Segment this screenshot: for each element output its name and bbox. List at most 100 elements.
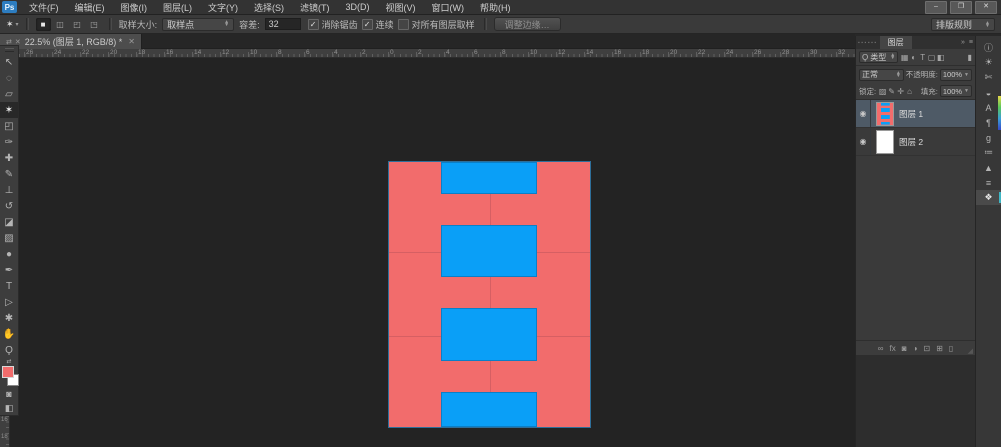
eraser-tool[interactable]: ◪ <box>0 214 18 230</box>
collapse-panels-icon[interactable]: » <box>959 39 967 46</box>
checkbox-消除锯齿[interactable]: ✓ 消除锯齿 <box>307 18 358 31</box>
shape-layer-filter-icon[interactable]: ▢ <box>927 53 936 62</box>
type-tool[interactable]: T <box>0 278 18 294</box>
close-button[interactable]: ✕ <box>975 0 997 14</box>
delete-layer-icon[interactable]: ▯ <box>949 344 953 353</box>
adjustment-layer-filter-icon[interactable]: ◐ <box>909 53 918 62</box>
lasso-tool[interactable]: ▱ <box>0 86 18 102</box>
visibility-toggle[interactable]: ◉ <box>856 128 871 155</box>
checkbox-连续[interactable]: ✓ 连续 <box>361 18 394 31</box>
magic-wand-tool[interactable]: ✶ <box>0 102 18 118</box>
new-group-icon[interactable]: ⊡ <box>923 344 930 353</box>
pixel-layer-filter-icon[interactable]: ▦ <box>900 53 909 62</box>
intersect-selection-button[interactable]: ◳ <box>87 18 102 31</box>
layer-comps-panel-icon[interactable]: ≡ <box>976 175 1001 190</box>
opacity-field[interactable]: 100% ▼ <box>939 68 972 81</box>
fill-field[interactable]: 100% ▼ <box>939 85 972 97</box>
restore-button[interactable]: ❐ <box>950 0 972 14</box>
paragraph-panel-icon[interactable]: ¶ <box>976 115 1001 130</box>
collapsed-tabs-icon[interactable]: ▪▪▪▪▪▪ <box>856 40 880 46</box>
menu-item[interactable]: 滤镜(T) <box>292 1 338 14</box>
crop-tool[interactable]: ◰ <box>0 118 18 134</box>
blend-mode-dropdown[interactable]: 正常 ▲ ▼ <box>859 68 904 81</box>
healing-brush-tool[interactable]: ✚ <box>0 150 18 166</box>
panel-menu-icon[interactable]: ≡ <box>967 39 975 46</box>
tab-layers[interactable]: 图层 <box>879 36 912 49</box>
shape-tool[interactable]: ✱ <box>0 310 18 326</box>
zoom-tool[interactable]: Ϙ <box>0 342 18 358</box>
add-to-selection-button[interactable]: ◫ <box>53 18 68 31</box>
info-panel-icon[interactable]: ⓘ <box>976 40 1001 55</box>
foreground-color-swatch[interactable] <box>1 366 14 378</box>
subtract-from-selection-button[interactable]: ◰ <box>70 18 85 31</box>
menu-item[interactable]: 3D(D) <box>338 2 378 12</box>
menu-item[interactable]: 视图(V) <box>378 1 424 14</box>
adjustments-panel-icon[interactable]: ☀ <box>976 55 1001 70</box>
refine-edge-button[interactable]: 调整边缘… <box>493 17 561 31</box>
history-brush-tool[interactable]: ↺ <box>0 198 18 214</box>
layer-thumbnail[interactable] <box>876 101 894 126</box>
checkbox-box[interactable]: ✓ <box>307 18 319 30</box>
menu-item[interactable]: 帮助(H) <box>472 1 519 14</box>
tool-preset-picker[interactable]: ✶ ▾ <box>6 19 19 30</box>
new-selection-button[interactable]: ■ <box>35 17 51 31</box>
checkbox-box[interactable]: ✓ <box>361 18 373 30</box>
styles-panel-icon[interactable]: ✄ <box>976 70 1001 85</box>
menu-item[interactable]: 图层(L) <box>155 1 200 14</box>
adjustment-layer-icon[interactable]: ◑ <box>913 344 918 353</box>
lock-pixels-icon[interactable]: ✎ <box>887 87 896 96</box>
sample-size-dropdown[interactable]: 取样点 ▲ ▼ <box>162 17 235 31</box>
menu-item[interactable]: 图像(I) <box>113 1 156 14</box>
hand-tool[interactable]: ✋ <box>0 326 18 342</box>
type-layer-filter-icon[interactable]: T <box>918 53 927 62</box>
horizontal-ruler[interactable]: 26 24 22 20 18 16 14 12 10 8 6 4 2 0 2 4 6 8 10 12 14 16 18 20 2… <box>19 49 855 58</box>
menu-item[interactable]: 编辑(E) <box>67 1 113 14</box>
move-tool[interactable]: ↖ <box>0 54 18 70</box>
clone-stamp-tool[interactable]: ⊥ <box>0 182 18 198</box>
workspace-switcher[interactable]: 排版规则 ▲ ▼ <box>931 18 995 31</box>
color-panel-icon[interactable]: ◒ <box>976 85 1001 100</box>
tolerance-input[interactable] <box>264 18 301 30</box>
vertical-ruler[interactable]: 16 18 <box>0 416 10 447</box>
minimize-button[interactable]: – <box>925 0 947 14</box>
canvas-area[interactable] <box>0 58 855 447</box>
pen-tool[interactable]: ✒ <box>0 262 18 278</box>
visibility-toggle[interactable]: ◉ <box>856 100 871 127</box>
canvas-image[interactable] <box>388 161 591 428</box>
document-tab[interactable]: ⇄ ✕ 22.5% (图层 1, RGB/8) * ✕ <box>0 34 142 49</box>
smart-object-filter-icon[interactable]: ◧ <box>936 53 945 62</box>
marquee-tool[interactable]: ◌ <box>0 70 18 86</box>
blur-tool[interactable]: ● <box>0 246 18 262</box>
lock-transparency-icon[interactable]: ▨ <box>878 87 887 96</box>
eyedropper-tool[interactable]: ✑ <box>0 134 18 150</box>
toolbar-grip[interactable] <box>4 48 14 52</box>
layer-thumbnail[interactable] <box>876 129 894 154</box>
measurement-panel-icon[interactable]: ≔ <box>976 145 1001 160</box>
path-select-tool[interactable]: ▷ <box>0 294 18 310</box>
brush-tool[interactable]: ✎ <box>0 166 18 182</box>
character-panel-icon[interactable]: A <box>976 100 1001 115</box>
menu-item[interactable]: 文字(Y) <box>200 1 246 14</box>
panel-resize-grip[interactable]: ◢ <box>968 347 973 355</box>
lock-all-icon[interactable]: ⌂ <box>905 87 914 96</box>
tab-close-icon[interactable]: ✕ <box>128 37 135 46</box>
gradient-tool[interactable]: ▨ <box>0 230 18 246</box>
swap-colors-icon[interactable]: ⇄ <box>6 358 11 365</box>
layers-panel-icon[interactable]: ❖ <box>976 190 1001 205</box>
layer-mask-icon[interactable]: ◙ <box>902 344 907 353</box>
screen-mode-button[interactable]: ◧ <box>0 401 18 415</box>
glyphs-panel-icon[interactable]: ɡ <box>976 130 1001 145</box>
layer-style-icon[interactable]: fx <box>889 344 895 353</box>
new-layer-icon[interactable]: ⊞ <box>936 344 943 353</box>
checkbox-box[interactable] <box>397 18 409 30</box>
layer-name[interactable]: 图层 2 <box>899 136 923 148</box>
quick-mask-button[interactable]: ◙ <box>0 387 18 401</box>
filter-type-dropdown[interactable]: Ϙ 类型 ▲ ▼ <box>859 51 899 63</box>
filter-toggle[interactable]: ▮ <box>968 53 972 62</box>
menu-item[interactable]: 文件(F) <box>21 1 67 14</box>
menu-item[interactable]: 选择(S) <box>246 1 292 14</box>
layer-row[interactable]: ◉ 图层 2 <box>856 128 975 156</box>
menu-item[interactable]: 窗口(W) <box>424 1 473 14</box>
link-layers-icon[interactable]: ∞ <box>878 344 884 353</box>
checkbox-对所有图层取样[interactable]: 对所有图层取样 <box>397 18 475 31</box>
